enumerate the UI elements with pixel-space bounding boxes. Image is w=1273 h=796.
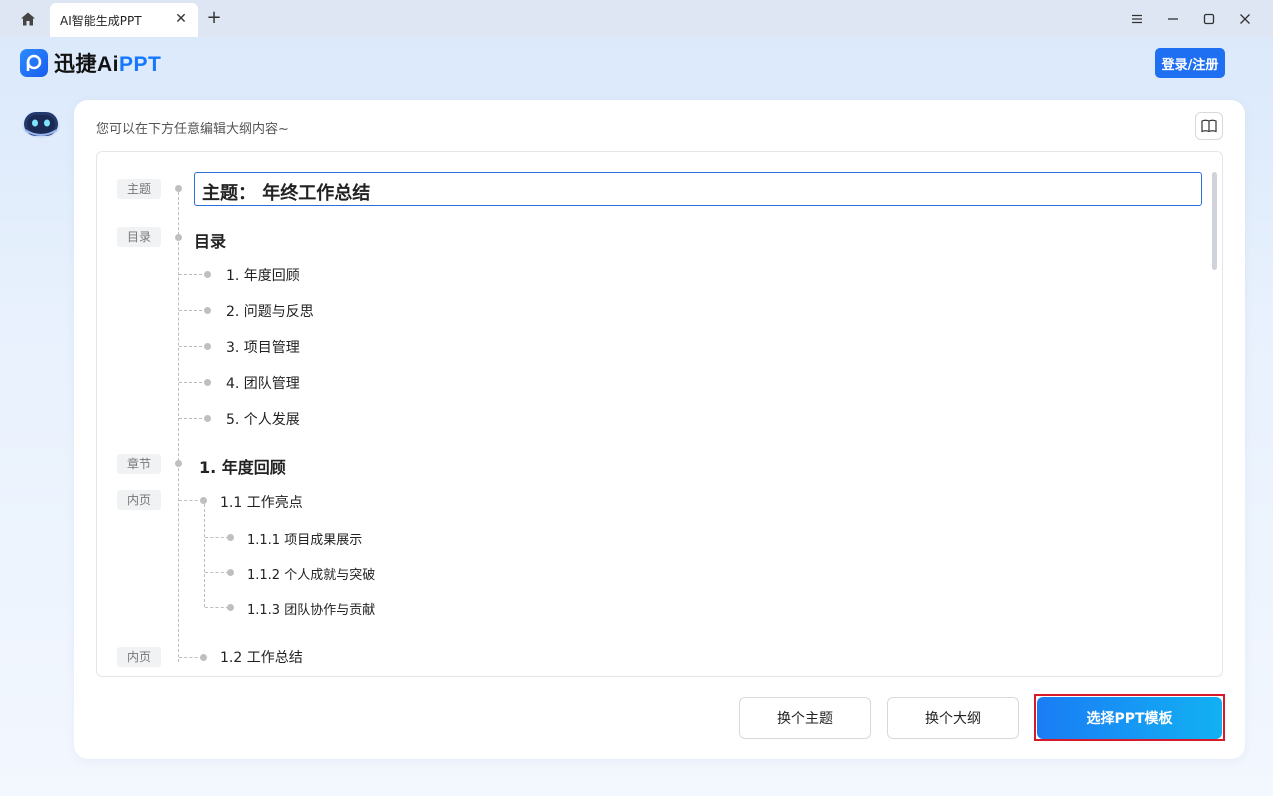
- outline-editor-card: 您可以在下方任意编辑大纲内容~ 主题 主题： 年终工作总结 目录 目录 1. 年…: [74, 100, 1245, 759]
- tree-dot: [200, 497, 207, 504]
- sub-item[interactable]: 1.1.2 个人成就与突破: [247, 564, 375, 583]
- tree-spine: [178, 192, 179, 662]
- brand-name: 迅捷AiPPT: [54, 53, 162, 76]
- change-theme-button[interactable]: 换个主题: [739, 697, 871, 739]
- tree-dot: [175, 460, 182, 467]
- tree-dot: [227, 569, 234, 576]
- app-logo-icon: [20, 49, 48, 77]
- tab-close-icon[interactable]: ✕: [174, 12, 188, 26]
- menu-icon[interactable]: [1126, 8, 1148, 30]
- robot-assistant-icon: [20, 108, 62, 140]
- toc-item[interactable]: 1. 年度回顾: [226, 265, 300, 285]
- brand-logo: 迅捷AiPPT: [20, 48, 161, 78]
- tab-ai-ppt[interactable]: AI智能生成PPT ✕: [50, 3, 198, 37]
- outline-tree: 主题 主题： 年终工作总结 目录 目录 1. 年度回顾 2. 问题与反思 3. …: [96, 151, 1223, 677]
- tree-connector: [179, 346, 207, 347]
- tree-dot: [175, 185, 182, 192]
- book-icon[interactable]: [1195, 112, 1223, 140]
- outline-scrollbar[interactable]: [1212, 172, 1217, 270]
- edit-hint: 您可以在下方任意编辑大纲内容~: [96, 122, 289, 137]
- sub-item[interactable]: 1.1.3 团队协作与贡献: [247, 599, 375, 618]
- select-ppt-template-button[interactable]: 选择PPT模板: [1037, 697, 1222, 739]
- maximize-icon[interactable]: [1198, 8, 1220, 30]
- tag-page: 内页: [117, 490, 161, 510]
- close-window-icon[interactable]: [1234, 8, 1256, 30]
- tree-dot: [175, 234, 182, 241]
- page-title[interactable]: 1.1 工作亮点: [220, 492, 303, 512]
- tree-dot: [227, 534, 234, 541]
- tree-connector: [179, 382, 207, 383]
- home-icon[interactable]: [14, 8, 42, 30]
- tree-dot: [204, 415, 211, 422]
- tree-dot: [200, 654, 207, 661]
- toc-item[interactable]: 5. 个人发展: [226, 409, 300, 429]
- minimize-icon[interactable]: [1162, 8, 1184, 30]
- toc-item[interactable]: 2. 问题与反思: [226, 301, 314, 321]
- tree-connector: [205, 607, 229, 608]
- chapter-title[interactable]: 1. 年度回顾: [199, 454, 286, 478]
- tree-dot: [204, 271, 211, 278]
- tree-connector: [205, 572, 229, 573]
- page-title[interactable]: 1.2 工作总结: [220, 647, 303, 667]
- toc-item[interactable]: 4. 团队管理: [226, 373, 300, 393]
- change-outline-button[interactable]: 换个大纲: [887, 697, 1019, 739]
- brand-ppt: PPT: [119, 53, 162, 76]
- toc-title[interactable]: 目录: [194, 228, 226, 252]
- new-tab-icon[interactable]: +: [204, 8, 224, 28]
- tree-connector: [205, 537, 229, 538]
- tree-connector: [179, 418, 207, 419]
- tag-toc: 目录: [117, 227, 161, 247]
- tree-dot: [204, 307, 211, 314]
- tag-chapter: 章节: [117, 454, 161, 474]
- tree-dot: [204, 379, 211, 386]
- sub-item[interactable]: 1.1.1 项目成果展示: [247, 529, 362, 548]
- sub-spine: [204, 504, 205, 607]
- tag-page: 内页: [117, 647, 161, 667]
- tree-dot: [227, 604, 234, 611]
- login-register-button[interactable]: 登录/注册: [1155, 48, 1225, 78]
- topic-text[interactable]: 主题： 年终工作总结: [202, 179, 370, 205]
- tree-connector: [179, 310, 207, 311]
- tab-title: AI智能生成PPT: [60, 13, 142, 28]
- tree-dot: [204, 343, 211, 350]
- tag-topic: 主题: [117, 179, 161, 199]
- tree-connector: [179, 274, 207, 275]
- toc-item[interactable]: 3. 项目管理: [226, 337, 300, 357]
- title-bar: AI智能生成PPT ✕ +: [0, 0, 1273, 37]
